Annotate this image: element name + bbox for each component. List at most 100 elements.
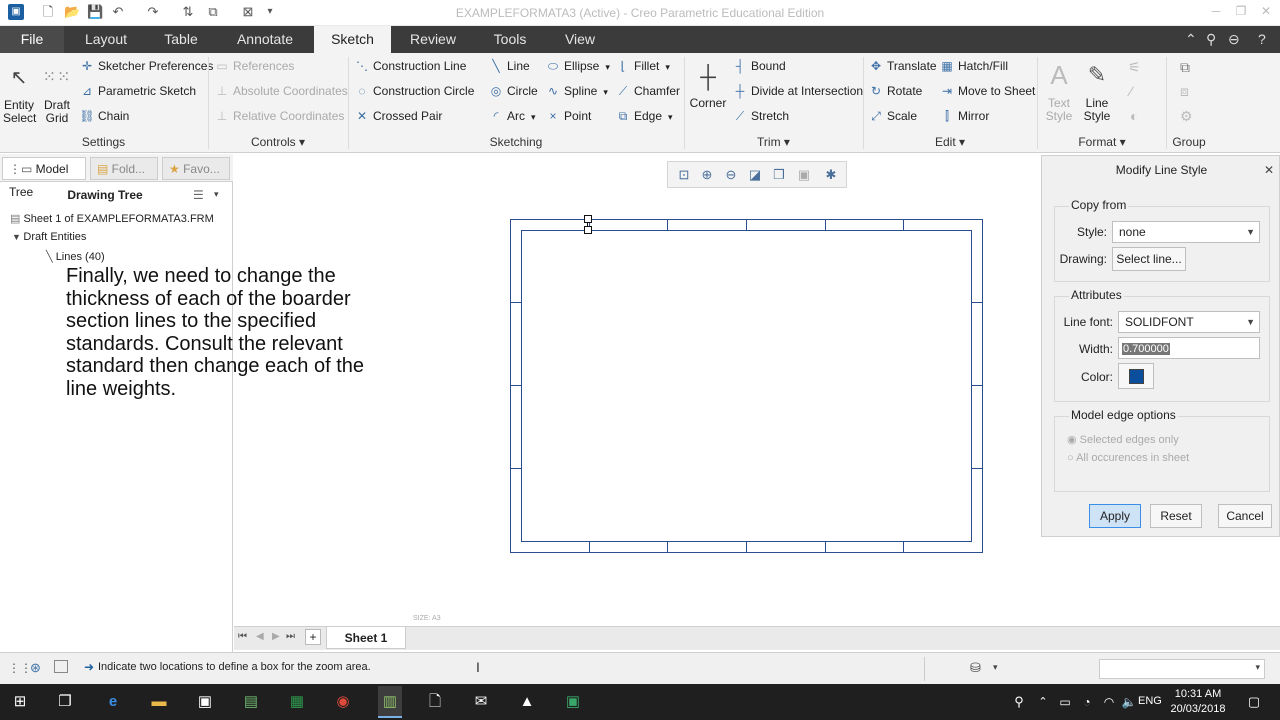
cancel-button[interactable]: Cancel xyxy=(1218,504,1272,528)
chevron-down-icon[interactable]: ▾ xyxy=(605,62,610,72)
format-group-label[interactable]: Format ▾ xyxy=(1038,135,1166,149)
tree-item-draft-entities[interactable]: ▼ Draft Entities xyxy=(12,231,86,243)
ungroup-icon[interactable]: ⧈ xyxy=(1180,83,1189,100)
circle-button[interactable]: ◎ Circle xyxy=(488,82,538,100)
parametric-sketch-button[interactable]: ⊿ Parametric Sketch xyxy=(79,82,196,100)
help-icon[interactable]: ? xyxy=(1258,31,1266,47)
rotate-button[interactable]: ↻ Rotate xyxy=(868,82,922,100)
refit-icon[interactable]: ⊡ xyxy=(676,167,692,183)
edge-button[interactable]: ⧉ Edge ▾ xyxy=(615,107,673,125)
references-button[interactable]: ▭ References xyxy=(214,57,294,75)
point-button[interactable]: × Point xyxy=(545,107,591,125)
tab-annotate[interactable]: Annotate xyxy=(224,26,306,53)
maximize-icon[interactable]: ❐ xyxy=(1233,4,1249,20)
volume-icon[interactable]: 🔈 xyxy=(1118,692,1140,712)
stretch-button[interactable]: ⟋ Stretch xyxy=(732,107,789,125)
format-painter-icon[interactable]: ⚟ xyxy=(1128,59,1141,76)
hatch-fill-button[interactable]: ▦ Hatch/Fill xyxy=(939,57,1008,75)
construction-line-button[interactable]: ⋱ Construction Line xyxy=(354,57,466,75)
tree-settings-icon[interactable]: ☰ xyxy=(193,188,204,202)
text-style-button[interactable]: A Text Style xyxy=(1041,59,1077,123)
fillet-button[interactable]: ⌊ Fillet ▾ xyxy=(615,57,670,75)
first-sheet-icon[interactable]: ⏮ xyxy=(238,631,247,642)
windows-start-icon[interactable]: ⊞ xyxy=(9,692,31,712)
store-icon[interactable]: ▣ xyxy=(194,692,216,712)
previous-sheet-icon[interactable]: ◀ xyxy=(256,631,264,642)
tab-favorites[interactable]: ★ Favo... xyxy=(162,157,230,180)
web-browser-icon[interactable]: ⊛ xyxy=(30,660,41,676)
chain-button[interactable]: ⛓ Chain xyxy=(79,107,129,125)
selection-filter-dropdown[interactable]: ▾ xyxy=(1099,659,1265,679)
zoom-out-icon[interactable]: ⊖ xyxy=(723,167,739,183)
camtasia-icon[interactable]: ▣ xyxy=(562,692,584,712)
mirror-button[interactable]: ⫿ Mirror xyxy=(939,107,989,125)
trim-group-label[interactable]: Trim ▾ xyxy=(685,135,862,149)
entity-select-button[interactable]: ↖ Entity Select xyxy=(3,63,36,125)
corner-button[interactable]: ┼ Corner xyxy=(688,61,728,110)
people-icon[interactable]: ⚲ xyxy=(1008,692,1030,712)
tab-tools[interactable]: Tools xyxy=(478,26,542,53)
annotation-display-icon[interactable]: ✱ xyxy=(823,167,839,183)
next-sheet-icon[interactable]: ▶ xyxy=(272,631,280,642)
chevron-down-icon[interactable]: ▾ xyxy=(665,62,670,72)
absolute-coordinates-button[interactable]: ⊥ Absolute Coordinates xyxy=(214,82,348,100)
chamfer-button[interactable]: ⟋ Chamfer xyxy=(615,82,680,100)
group-settings-icon[interactable]: ⚙ xyxy=(1180,108,1193,125)
scale-button[interactable]: ⤢ Scale xyxy=(868,107,917,125)
find-binoculars-icon[interactable]: ⛁ xyxy=(970,660,981,676)
wifi-icon[interactable]: ◠ xyxy=(1098,692,1120,712)
last-sheet-icon[interactable]: ⏭ xyxy=(286,631,295,642)
mail-icon[interactable]: ✉ xyxy=(470,692,492,712)
tab-view[interactable]: View xyxy=(552,26,608,53)
settings-icon[interactable]: ⊖ xyxy=(1228,31,1240,48)
selected-edges-only-radio[interactable]: ◉ Selected edges only xyxy=(1067,433,1179,446)
bound-button[interactable]: ┤ Bound xyxy=(732,57,786,75)
navigator-icon[interactable]: ⋮⋮ xyxy=(8,661,32,675)
tree-item-lines[interactable]: ╲ Lines (40) xyxy=(46,250,105,263)
add-sheet-icon[interactable]: + xyxy=(305,629,321,645)
apply-button[interactable]: Apply xyxy=(1089,504,1141,528)
search-icon[interactable]: ⚲ xyxy=(1206,31,1216,48)
file-explorer-icon[interactable]: ▬ xyxy=(148,692,170,712)
line-button[interactable]: ╲ Line xyxy=(488,57,529,75)
display-icon[interactable]: ❒ xyxy=(771,167,787,183)
task-view-icon[interactable]: ❐ xyxy=(54,692,76,712)
selection-handle[interactable] xyxy=(584,226,592,234)
chrome-icon[interactable]: ◉ xyxy=(332,692,354,712)
sheet-tab-1[interactable]: Sheet 1 xyxy=(326,627,406,649)
chevron-down-icon[interactable]: ▾ xyxy=(993,662,998,673)
select-line-button[interactable]: Select line... xyxy=(1112,247,1186,271)
relative-coordinates-button[interactable]: ⊥ Relative Coordinates xyxy=(214,107,345,125)
tab-file[interactable]: File xyxy=(0,26,64,53)
format-slash-icon[interactable]: ⁄ xyxy=(1130,83,1132,99)
all-occurences-radio[interactable]: ○ All occurences in sheet xyxy=(1067,452,1189,464)
edge-browser-icon[interactable]: e xyxy=(102,692,124,712)
spline-button[interactable]: ∿ Spline ▾ xyxy=(545,82,608,100)
network-icon[interactable]: ◔ xyxy=(1076,692,1098,712)
crossed-pair-button[interactable]: ✕ Crossed Pair xyxy=(354,107,442,125)
chevron-down-icon[interactable]: ▾ xyxy=(668,112,673,122)
tab-table[interactable]: Table xyxy=(150,26,212,53)
notifications-icon[interactable]: ▢ xyxy=(1243,692,1265,712)
construction-circle-button[interactable]: ◌ Construction Circle xyxy=(354,82,474,100)
tab-folder-browser[interactable]: ▤ Fold... xyxy=(90,157,158,180)
arc-button[interactable]: ◜ Arc ▾ xyxy=(488,107,536,125)
creo-app-icon[interactable]: ▥ xyxy=(378,686,402,718)
draft-grid-button[interactable]: ⁙⁙ Draft Grid xyxy=(41,63,73,125)
document-app-icon[interactable]: 🗋 xyxy=(424,692,446,712)
views-icon[interactable]: ▣ xyxy=(796,167,812,183)
chevron-down-icon[interactable]: ▾ xyxy=(531,112,536,122)
edit-group-label[interactable]: Edit ▾ xyxy=(864,135,1036,149)
repaint-icon[interactable]: ◪ xyxy=(747,167,763,183)
chevron-down-icon[interactable]: ▾ xyxy=(603,87,608,97)
tab-sketch[interactable]: Sketch xyxy=(314,26,391,53)
sketcher-preferences-button[interactable]: ✛ Sketcher Preferences xyxy=(79,57,213,75)
image-viewer-icon[interactable]: ▲ xyxy=(516,692,538,712)
minimize-icon[interactable]: ─ xyxy=(1208,4,1224,20)
format-toggle-icon[interactable]: ◐ xyxy=(1130,108,1138,124)
close-icon[interactable]: ✕ xyxy=(1258,4,1274,20)
move-to-sheet-button[interactable]: ⇥ Move to Sheet xyxy=(939,82,1035,100)
line-style-button[interactable]: ✎ Line Style xyxy=(1079,59,1115,123)
language-indicator[interactable]: ENG xyxy=(1138,695,1162,707)
taskbar-clock[interactable]: 10:31 AM 20/03/2018 xyxy=(1170,687,1226,717)
